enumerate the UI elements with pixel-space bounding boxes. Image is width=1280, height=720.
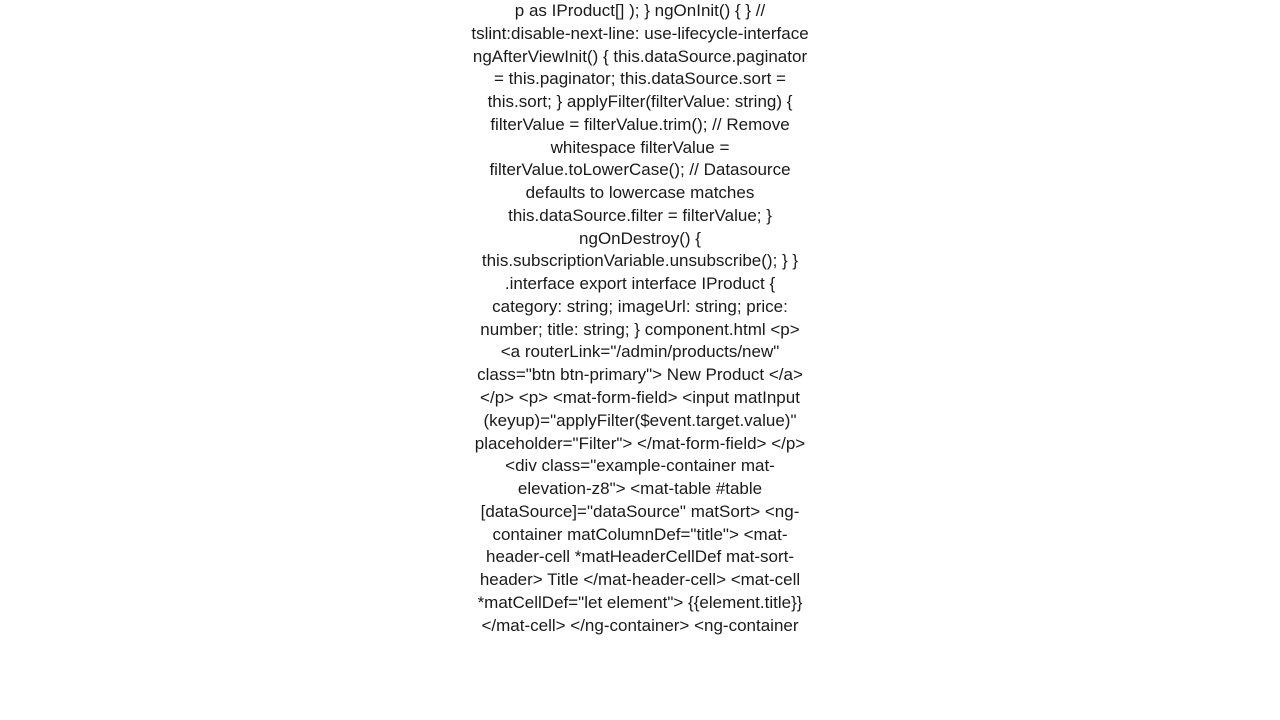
code-block: p as IProduct[] ); } ngOnInit() { } // t…	[470, 0, 810, 637]
document-content: p as IProduct[] ); } ngOnInit() { } // t…	[470, 0, 810, 637]
